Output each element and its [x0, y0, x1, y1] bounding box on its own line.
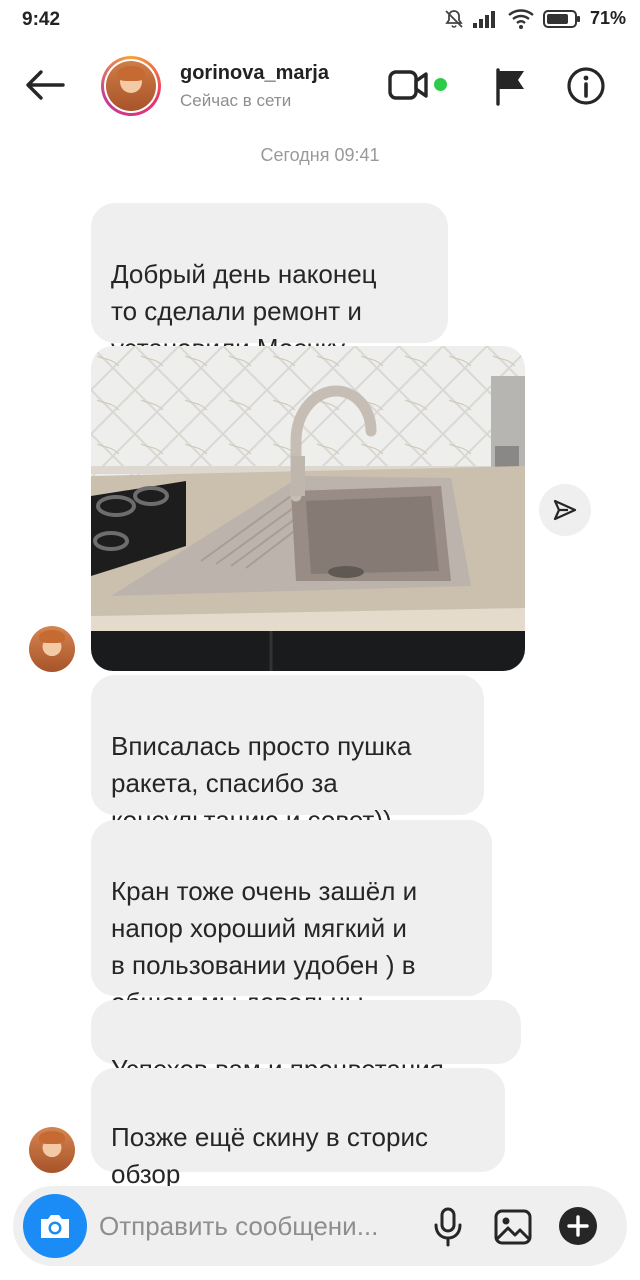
status-time: 9:42 [22, 9, 61, 30]
send-icon [553, 499, 577, 521]
battery-icon [542, 9, 580, 28]
avatar[interactable] [101, 56, 161, 116]
flag-icon [496, 68, 524, 106]
message-bubble[interactable]: Вписалась просто пушка ракета, спасибо з… [91, 675, 484, 835]
message-composer [13, 1186, 627, 1266]
gallery-icon [494, 1209, 532, 1245]
wifi-icon [508, 8, 534, 29]
message-bubble[interactable]: Кран тоже очень зашёл и напор хороший мя… [91, 820, 492, 1051]
date-separator: Сегодня 09:41 [260, 145, 380, 165]
status-icons: 71% [444, 8, 626, 29]
kitchen-sink-photo [91, 346, 525, 671]
video-call-button[interactable] [387, 67, 431, 103]
message-text: Позже ещё скину в сторис обзор [111, 1122, 428, 1189]
voice-message-button[interactable] [431, 1206, 465, 1248]
share-button[interactable] [539, 484, 591, 536]
message-bubble[interactable]: Добрый день наконец то сделали ремонт и … [91, 203, 448, 363]
battery-level: 71% [589, 8, 626, 28]
sender-avatar[interactable] [29, 626, 75, 672]
info-button[interactable] [566, 66, 606, 106]
message-bubble[interactable]: Позже ещё скину в сторис обзор [91, 1068, 505, 1222]
message-bubble[interactable]: Успехов вам и процветания [91, 1000, 521, 1084]
status-bar: 9:42 71% [0, 0, 640, 40]
plus-icon [559, 1207, 597, 1245]
back-arrow-icon [26, 70, 65, 100]
back-button[interactable] [22, 62, 68, 108]
message-photo[interactable] [91, 346, 525, 671]
username[interactable]: gorinova_marja [180, 62, 329, 85]
online-indicator [434, 78, 447, 91]
video-call-icon [388, 70, 428, 100]
sender-avatar[interactable] [29, 1127, 75, 1173]
camera-icon [41, 1215, 69, 1238]
more-options-button[interactable] [558, 1206, 598, 1246]
report-button[interactable] [490, 66, 530, 106]
camera-button[interactable] [23, 1194, 87, 1258]
online-status: Сейчас в сети [180, 91, 292, 110]
avatar-image [106, 61, 156, 111]
chat-header: gorinova_marja Сейчас в сети [0, 40, 640, 130]
signal-icon [472, 10, 495, 28]
message-text: Кран тоже очень зашёл и напор хороший мя… [111, 876, 418, 1017]
info-icon [567, 67, 605, 105]
gallery-button[interactable] [493, 1208, 533, 1246]
mute-bell-icon [445, 9, 463, 28]
microphone-icon [434, 1207, 462, 1247]
message-input[interactable] [99, 1206, 425, 1246]
